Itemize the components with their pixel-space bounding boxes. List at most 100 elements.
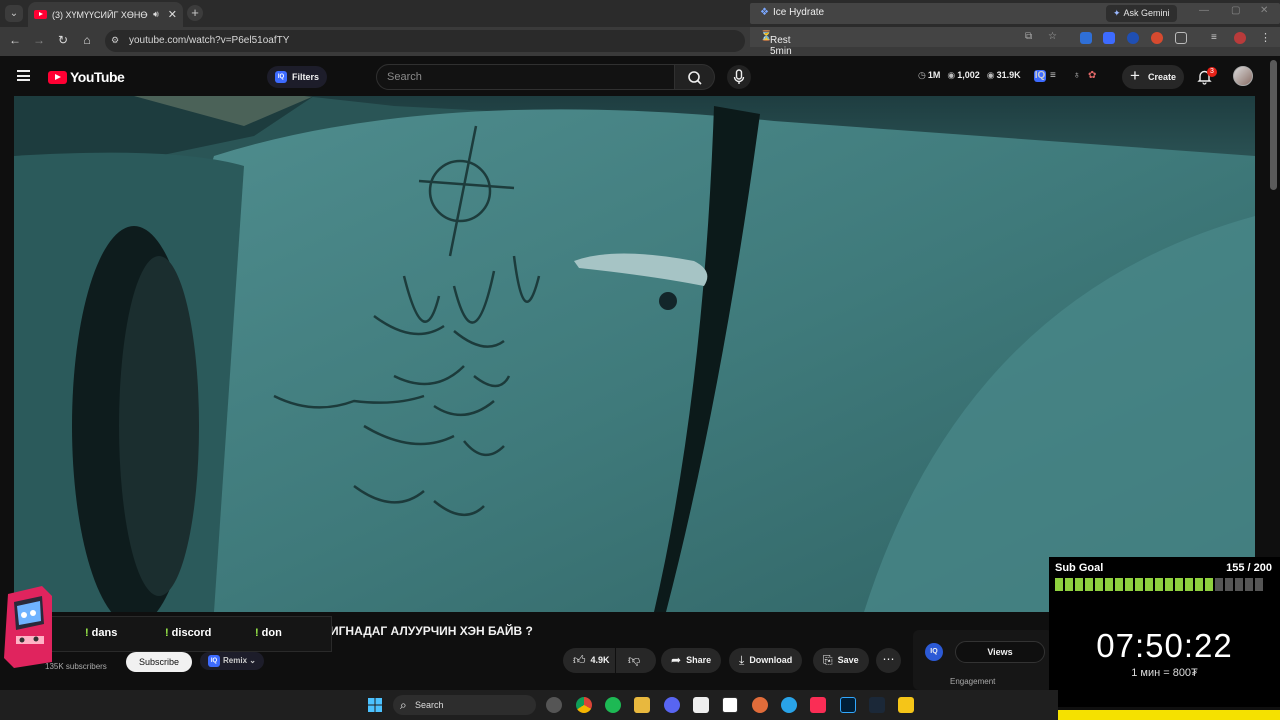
command-dans: ! dans	[85, 627, 118, 639]
kebab-menu-icon[interactable]: ⋮	[1260, 31, 1272, 44]
new-tab-button[interactable]: +	[187, 5, 203, 21]
chrome-icon[interactable]	[576, 697, 592, 713]
remix-button[interactable]: IQ Remix ⌄	[200, 652, 264, 670]
overlay-accent-strip	[1058, 710, 1280, 720]
maximize-icon[interactable]: ▢	[1231, 5, 1240, 16]
engagement-tab[interactable]: Engagement	[950, 677, 995, 686]
site-info-icon[interactable]: ⚙	[111, 35, 119, 46]
progress-segment	[1095, 578, 1103, 591]
screen: ⌄ (3) ХҮМҮҮСИЙГ ХӨНӨӨЧ 🔊︎ ✕ + ❖Ice Hydra…	[0, 0, 1280, 720]
download-icon: ⤓	[739, 653, 745, 667]
arcade-machine-icon	[4, 586, 52, 668]
alert-icon[interactable]: ✿	[1088, 70, 1096, 81]
browser-tabstrip: ⌄ (3) ХҮМҮҮСИЙГ ХӨНӨӨЧ 🔊︎ ✕ + ❖Ice Hydra…	[0, 0, 1280, 27]
extension-icon-4[interactable]	[1151, 32, 1163, 44]
back-icon[interactable]: ←	[7, 33, 23, 47]
forward-icon[interactable]: →	[31, 33, 47, 47]
stream-timer: 07:50:22	[1096, 627, 1233, 664]
chat-commands-overlay: ! dans ! discord ! don	[44, 616, 332, 652]
discord-icon[interactable]	[664, 697, 680, 713]
browser-toolbar: ← → ↻ ⌂ ⚙ youtube.com/watch?v=P6el51oafT…	[0, 27, 1280, 57]
tab-close-icon[interactable]: ✕	[168, 8, 177, 21]
extension-icon-1[interactable]	[1080, 32, 1092, 44]
clock-icon: ◷	[918, 70, 926, 80]
command-discord: ! discord	[165, 627, 212, 639]
iq-icon: IQ	[275, 71, 287, 83]
capcut-icon[interactable]	[693, 697, 709, 713]
create-label: Create	[1148, 72, 1177, 82]
dislike-button[interactable]: 👎︎	[616, 648, 656, 673]
voice-search-button[interactable]	[727, 65, 751, 89]
extensions-puzzle-icon[interactable]	[1175, 32, 1187, 44]
filters-button[interactable]: IQ Filters	[267, 66, 328, 88]
filters-label: Filters	[292, 72, 320, 82]
progress-segment	[1055, 578, 1063, 591]
cast-icon[interactable]: ⧉	[1025, 31, 1037, 43]
bulb-icon[interactable]: ♁	[1073, 70, 1081, 81]
logo-text: YouTube	[70, 69, 125, 85]
share-button[interactable]: ➦ Share	[661, 648, 722, 673]
minimize-icon[interactable]: —	[1199, 5, 1209, 16]
notion-icon[interactable]	[722, 697, 738, 713]
windows-start-icon[interactable]	[367, 697, 383, 713]
create-button[interactable]: Create	[1122, 64, 1184, 89]
taskbar-app-icon-1[interactable]	[546, 697, 562, 713]
close-window-icon[interactable]: ✕	[1260, 5, 1268, 16]
extension-icon-3[interactable]	[1127, 32, 1139, 44]
file-explorer-icon[interactable]	[634, 697, 650, 713]
extension-icon-2[interactable]	[1103, 32, 1115, 44]
photoshop-icon[interactable]	[840, 697, 856, 713]
bookmark-star-icon[interactable]: ☆	[1048, 31, 1060, 43]
bookmark-icon: ⎘	[823, 653, 833, 667]
speaker-icon[interactable]: 🔊︎	[153, 9, 159, 20]
spotify-icon[interactable]	[605, 697, 621, 713]
taskbar-app-icon-4[interactable]	[898, 697, 914, 713]
progress-segment	[1155, 578, 1163, 591]
video-frame-car	[14, 96, 1255, 612]
search-placeholder: Search	[387, 71, 422, 83]
progress-segment	[1175, 578, 1183, 591]
music-icon[interactable]	[810, 697, 826, 713]
menu-icon[interactable]	[17, 70, 30, 81]
reading-list-icon[interactable]: ≡	[1211, 32, 1223, 44]
page-scrollbar[interactable]	[1270, 60, 1277, 190]
search-button[interactable]	[675, 64, 715, 90]
more-actions-button[interactable]: ⋯	[876, 648, 901, 673]
tab-title: (3) ХҮМҮҮСИЙГ ХӨНӨӨЧ	[52, 9, 148, 20]
progress-segment	[1105, 578, 1113, 591]
stat-subs: ◷ 1M	[918, 70, 941, 80]
taskbar-app-icon-3[interactable]	[781, 697, 797, 713]
download-button[interactable]: ⤓ Download	[729, 648, 803, 673]
steam-icon[interactable]	[869, 697, 885, 713]
save-button[interactable]: ⎘ Save	[813, 648, 869, 673]
popup-title: Ice Hydrate	[772, 7, 825, 18]
youtube-logo[interactable]: YouTube	[48, 69, 125, 85]
subscribe-button[interactable]: Subscribe	[126, 652, 192, 672]
sub-goal-widget: Sub Goal 155 / 200 07:50:22 1 мин = 800₮	[1049, 557, 1280, 707]
progress-segment	[1135, 578, 1143, 591]
views-tab[interactable]: Views	[955, 641, 1045, 663]
progress-segment	[1125, 578, 1133, 591]
browser-tab-active[interactable]: (3) ХҮМҮҮСИЙГ ХӨНӨӨЧ 🔊︎ ✕	[28, 2, 183, 27]
stat-views: ◉ 1,002	[947, 70, 980, 80]
download-label: Download	[749, 655, 793, 665]
list-icon[interactable]: ≡	[1050, 70, 1056, 81]
address-bar[interactable]: ⚙ youtube.com/watch?v=P6el51oafTY	[105, 30, 745, 52]
profile-icon[interactable]	[1234, 32, 1246, 44]
taskbar-search[interactable]: Search	[393, 695, 536, 715]
like-button[interactable]: 👍︎ 4.9K	[563, 648, 615, 673]
reminder-popup: ⏳ Rest 5min ⧉ ☆ ≡ ⋮	[750, 27, 1280, 57]
youtube-play-icon	[48, 70, 67, 84]
taskbar-app-icon-2[interactable]	[752, 697, 768, 713]
user-avatar[interactable]	[1233, 66, 1253, 86]
reload-icon[interactable]: ↻	[55, 33, 71, 47]
microphone-icon	[733, 69, 745, 84]
iq-extension-icon[interactable]: IQ	[1034, 70, 1046, 82]
ask-gemini-button[interactable]: ✦ Ask Gemini	[1106, 5, 1177, 22]
home-icon[interactable]: ⌂	[79, 33, 95, 47]
video-title: ИГНАДАГ АЛУУРЧИН ХЭН БАЙВ ?	[330, 624, 533, 638]
tab-search-button[interactable]: ⌄	[5, 5, 23, 22]
search-input[interactable]: Search	[376, 64, 675, 90]
video-player[interactable]	[14, 96, 1255, 612]
url-text: youtube.com/watch?v=P6el51oafTY	[129, 35, 290, 46]
